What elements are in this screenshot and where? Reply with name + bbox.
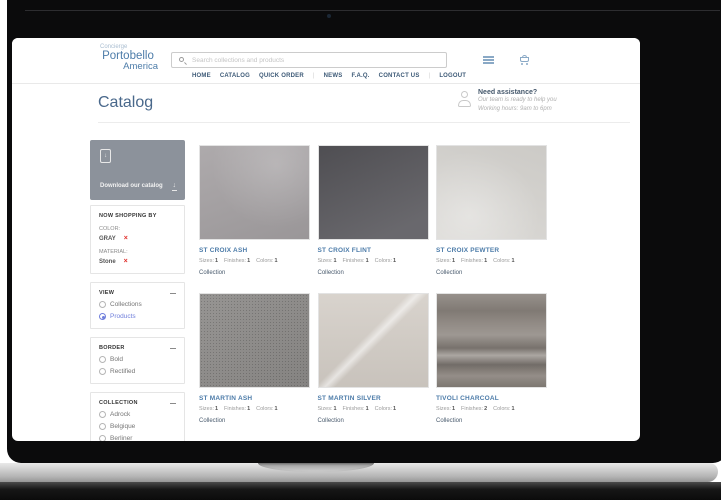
collection-link[interactable]: Collection — [318, 270, 429, 276]
search-box[interactable] — [171, 52, 447, 68]
nav-quick-order[interactable]: QUICK ORDER — [259, 73, 304, 79]
product-card: ST CROIX FLINT Sizes:1 Finishes:1 Colors… — [318, 145, 429, 280]
radio-icon — [99, 411, 106, 418]
collection-link[interactable]: Collection — [199, 270, 310, 276]
product-image[interactable] — [199, 293, 310, 388]
nav-home[interactable]: HOME — [192, 73, 211, 79]
radio-products[interactable]: Products — [99, 313, 176, 320]
nav-catalog[interactable]: CATALOG — [220, 73, 250, 79]
product-card: ST MARTIN SILVER Sizes:1 Finishes:1 Colo… — [318, 293, 429, 428]
product-attrs: Sizes:1 Finishes:1 Colors:1 — [436, 258, 547, 264]
site-logo[interactable]: Concierge Portobello America — [98, 44, 158, 72]
assistance-line1: Our team is ready to help you — [478, 96, 632, 105]
product-card: ST MARTIN ASH Sizes:1 Finishes:1 Colors:… — [199, 293, 310, 428]
product-card: ST CROIX ASH Sizes:1 Finishes:1 Colors:1… — [199, 145, 310, 280]
laptop-shadow — [0, 482, 721, 500]
collapse-icon[interactable] — [170, 348, 176, 349]
radio-rectified[interactable]: Rectified — [99, 368, 176, 375]
webcam-dot — [327, 14, 331, 18]
product-attrs: Sizes:1 Finishes:1 Colors:1 — [318, 258, 429, 264]
cart-icon[interactable] — [519, 55, 530, 65]
collapse-icon[interactable] — [170, 403, 176, 404]
assistance-title: Need assistance? — [478, 89, 632, 96]
nav-faq[interactable]: F.A.Q. — [351, 73, 369, 79]
product-name[interactable]: TIVOLI CHARCOAL — [436, 395, 547, 402]
border-filter-card: BORDER Bold Rectified — [90, 337, 185, 384]
radio-adrock[interactable]: Adrock — [99, 411, 176, 418]
product-image[interactable] — [318, 293, 429, 388]
laptop-screen: Concierge Portobello America HOME CATALO… — [12, 38, 640, 441]
search-input[interactable] — [192, 53, 442, 67]
product-image[interactable] — [436, 293, 547, 388]
radio-icon — [99, 301, 106, 308]
nav-separator: | — [313, 73, 315, 79]
radio-icon — [99, 313, 106, 320]
main-nav: HOME CATALOG QUICK ORDER | NEWS F.A.Q. C… — [192, 73, 466, 79]
download-catalog-card[interactable]: Download our catalog ↓ — [90, 140, 185, 200]
assistance-block: Need assistance? Our team is ready to he… — [457, 89, 632, 114]
product-image[interactable] — [436, 145, 547, 240]
color-filter-label: COLOR: — [99, 226, 176, 232]
collection-link[interactable]: Collection — [199, 418, 310, 424]
nav-contact-us[interactable]: CONTACT US — [379, 73, 420, 79]
product-image[interactable] — [199, 145, 310, 240]
radio-icon — [99, 435, 106, 441]
view-filter-title: VIEW — [99, 290, 114, 296]
collection-filter-card: COLLECTION Adrock Belgique Berliner Mood… — [90, 392, 185, 441]
radio-icon — [99, 356, 106, 363]
person-icon — [457, 91, 473, 108]
product-attrs: Sizes:1 Finishes:2 Colors:1 — [436, 406, 547, 412]
product-card: ST CROIX PEWTER Sizes:1 Finishes:1 Color… — [436, 145, 547, 280]
remove-material-filter-icon[interactable]: × — [124, 258, 128, 265]
radio-berliner[interactable]: Berliner — [99, 435, 176, 441]
product-name[interactable]: ST CROIX FLINT — [318, 247, 429, 254]
product-grid: ST CROIX ASH Sizes:1 Finishes:1 Colors:1… — [199, 145, 639, 428]
download-icon: ↓ — [172, 182, 178, 191]
nav-separator: | — [429, 73, 431, 79]
view-filter-card: VIEW Collections Products — [90, 282, 185, 329]
collection-link[interactable]: Collection — [436, 270, 547, 276]
nav-news[interactable]: NEWS — [324, 73, 343, 79]
remove-color-filter-icon[interactable]: × — [124, 235, 128, 242]
product-attrs: Sizes:1 Finishes:1 Colors:1 — [199, 406, 310, 412]
product-name[interactable]: ST MARTIN SILVER — [318, 395, 429, 402]
download-catalog-label: Download our catalog — [100, 183, 163, 189]
border-filter-title: BORDER — [99, 345, 125, 351]
pdf-file-icon — [100, 149, 111, 163]
menu-icon[interactable] — [483, 56, 494, 63]
product-name[interactable]: ST CROIX ASH — [199, 247, 310, 254]
material-filter-label: MATERIAL: — [99, 249, 176, 255]
title-divider — [98, 122, 630, 123]
filter-sidebar: Download our catalog ↓ NOW SHOPPING BY C… — [90, 140, 185, 441]
material-filter-value: Stone — [99, 259, 116, 265]
product-attrs: Sizes:1 Finishes:1 Colors:1 — [199, 258, 310, 264]
radio-icon — [99, 368, 106, 375]
search-icon — [179, 57, 184, 62]
product-image[interactable] — [318, 145, 429, 240]
collection-link[interactable]: Collection — [318, 418, 429, 424]
site-header: Concierge Portobello America HOME CATALO… — [12, 38, 640, 84]
assistance-line2: Working hours: 9am to 6pm — [478, 105, 632, 114]
product-card: TIVOLI CHARCOAL Sizes:1 Finishes:2 Color… — [436, 293, 547, 428]
now-shopping-by-card: NOW SHOPPING BY COLOR: GRAY × MATERIAL: … — [90, 205, 185, 274]
radio-bold[interactable]: Bold — [99, 356, 176, 363]
product-attrs: Sizes:1 Finishes:1 Colors:1 — [318, 406, 429, 412]
collection-filter-title: COLLECTION — [99, 400, 138, 406]
radio-collections[interactable]: Collections — [99, 301, 176, 308]
color-filter-value: GRAY — [99, 236, 116, 242]
page-title: Catalog — [98, 94, 153, 112]
product-name[interactable]: ST MARTIN ASH — [199, 395, 310, 402]
product-name[interactable]: ST CROIX PEWTER — [436, 247, 547, 254]
logo-line-america: America — [98, 62, 158, 72]
collapse-icon[interactable] — [170, 293, 176, 294]
nav-logout[interactable]: LOGOUT — [439, 73, 466, 79]
collection-link[interactable]: Collection — [436, 418, 547, 424]
radio-icon — [99, 423, 106, 430]
now-shopping-by-title: NOW SHOPPING BY — [99, 213, 157, 219]
radio-belgique[interactable]: Belgique — [99, 423, 176, 430]
laptop-bezel-edge — [25, 10, 720, 11]
